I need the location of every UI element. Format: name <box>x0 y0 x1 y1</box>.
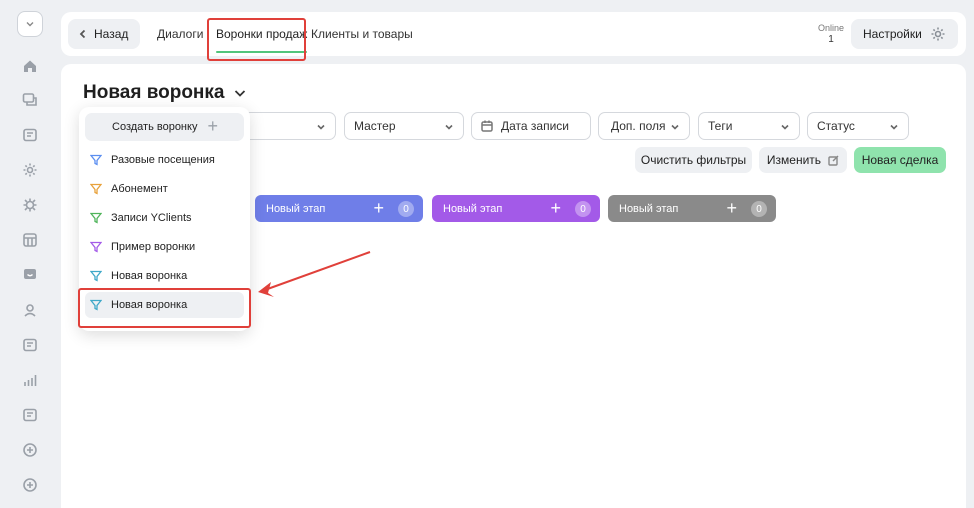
calendar-icon <box>481 120 493 132</box>
online-indicator: Online 1 <box>816 22 846 46</box>
tab-label: Клиенты и товары <box>311 27 413 41</box>
edit-button[interactable]: Изменить <box>759 147 847 173</box>
filter-label: Доп. поля <box>611 119 666 133</box>
tab-dialogs[interactable]: Диалоги <box>157 12 203 56</box>
chevron-down-icon <box>317 124 325 130</box>
tab-clients-products[interactable]: Клиенты и товары <box>311 12 413 56</box>
funnel-selector[interactable]: Новая воронка <box>83 82 247 104</box>
funnel-name: Записи YClients <box>111 212 192 224</box>
stage-column-header[interactable]: Новый этап + 0 <box>255 195 423 222</box>
funnel-name: Абонемент <box>111 183 168 195</box>
plus-icon: + <box>207 116 218 136</box>
user-support-icon[interactable] <box>21 301 39 319</box>
add-stage-item-icon[interactable]: + <box>726 199 737 217</box>
annotation-highlight-tab <box>207 18 306 61</box>
online-label: Online <box>817 23 844 33</box>
add-stage-item-icon[interactable]: + <box>550 199 561 217</box>
stage-label: Новый этап <box>619 202 679 215</box>
online-count: 1 <box>828 34 834 45</box>
filter-label: Статус <box>817 119 855 133</box>
bug-icon[interactable] <box>21 196 39 214</box>
funnel-icon <box>90 154 102 166</box>
chevron-down-icon <box>234 90 245 97</box>
chevron-down-icon <box>671 124 679 130</box>
funnel-icon <box>90 270 102 282</box>
master-filter[interactable]: Мастер <box>344 112 464 140</box>
filter-label: Мастер <box>354 119 396 133</box>
funnel-icon <box>90 183 102 195</box>
smile-message-icon[interactable] <box>21 266 39 284</box>
back-button[interactable]: Назад <box>68 19 141 49</box>
funnel-list-item[interactable]: Пример воронки <box>85 234 244 260</box>
funnel-icon <box>90 212 102 224</box>
funnel-name: Разовые посещения <box>111 154 215 166</box>
home-icon[interactable] <box>21 57 39 75</box>
chevron-left-icon <box>79 29 86 39</box>
chevron-down-icon <box>26 22 34 27</box>
funnel-list-item[interactable]: Абонемент <box>85 176 244 202</box>
stage-column-header[interactable]: Новый этап + 0 <box>608 195 776 222</box>
left-sidebar <box>0 0 60 508</box>
settings-label: Настройки <box>863 27 922 41</box>
report-card-icon[interactable] <box>21 406 39 424</box>
stage-count-badge: 0 <box>398 201 414 217</box>
add-circle-icon[interactable] <box>21 441 39 459</box>
tab-label: Диалоги <box>157 27 204 41</box>
button-label: Новая сделка <box>861 153 939 167</box>
add-stage-item-icon[interactable]: + <box>373 199 384 217</box>
id-card-icon[interactable] <box>21 126 39 144</box>
stage-count-badge: 0 <box>751 201 767 217</box>
stage-label: Новый этап <box>443 202 503 215</box>
funnel-list-item[interactable]: Новая воронка <box>85 263 244 289</box>
new-deal-button[interactable]: Новая сделка <box>854 147 946 173</box>
status-filter[interactable]: Статус <box>807 112 909 140</box>
chevron-down-icon <box>445 124 453 130</box>
funnel-list-item[interactable]: Записи YClients <box>85 205 244 231</box>
button-label: Изменить <box>766 153 822 167</box>
clear-filters-button[interactable]: Очистить фильтры <box>635 147 752 173</box>
funnel-name: Пример воронки <box>111 241 196 253</box>
stage-count-badge: 0 <box>575 201 591 217</box>
stage-column-header[interactable]: Новый этап + 0 <box>432 195 600 222</box>
tags-filter[interactable]: Теги <box>698 112 800 140</box>
record-date-filter[interactable]: Дата записи <box>471 112 591 140</box>
back-button-label: Назад <box>94 27 129 41</box>
edit-icon <box>828 155 839 166</box>
page-title: Новая воронка <box>83 82 225 103</box>
funnel-list-item[interactable]: Разовые посещения <box>85 147 244 173</box>
create-funnel-button[interactable]: Создать воронку + <box>85 113 244 141</box>
stage-label: Новый этап <box>266 202 326 215</box>
filter-label: Дата записи <box>501 119 569 133</box>
extra-fields-filter[interactable]: Доп. поля <box>598 112 690 140</box>
chevron-down-icon <box>890 124 898 130</box>
calendar-grid-icon[interactable] <box>21 231 39 249</box>
filter-label: Теги <box>708 119 733 133</box>
sidebar-toggle-button[interactable] <box>17 11 43 37</box>
annotation-highlight-funnel <box>78 288 251 328</box>
document-card-icon[interactable] <box>21 336 39 354</box>
gear-icon <box>931 27 945 41</box>
chevron-down-icon <box>781 124 789 130</box>
button-label: Создать воронку <box>112 121 198 133</box>
gear-icon[interactable] <box>21 161 39 179</box>
funnel-name: Новая воронка <box>111 270 188 282</box>
button-label: Очистить фильтры <box>640 153 747 167</box>
funnel-icon <box>90 241 102 253</box>
top-bar: Назад Диалоги Воронки продаж Клиенты и т… <box>61 12 966 56</box>
add-circle-icon[interactable] <box>21 476 39 494</box>
analytics-icon[interactable] <box>21 371 39 389</box>
chat-icon[interactable] <box>21 91 39 109</box>
settings-button[interactable]: Настройки <box>851 19 958 49</box>
